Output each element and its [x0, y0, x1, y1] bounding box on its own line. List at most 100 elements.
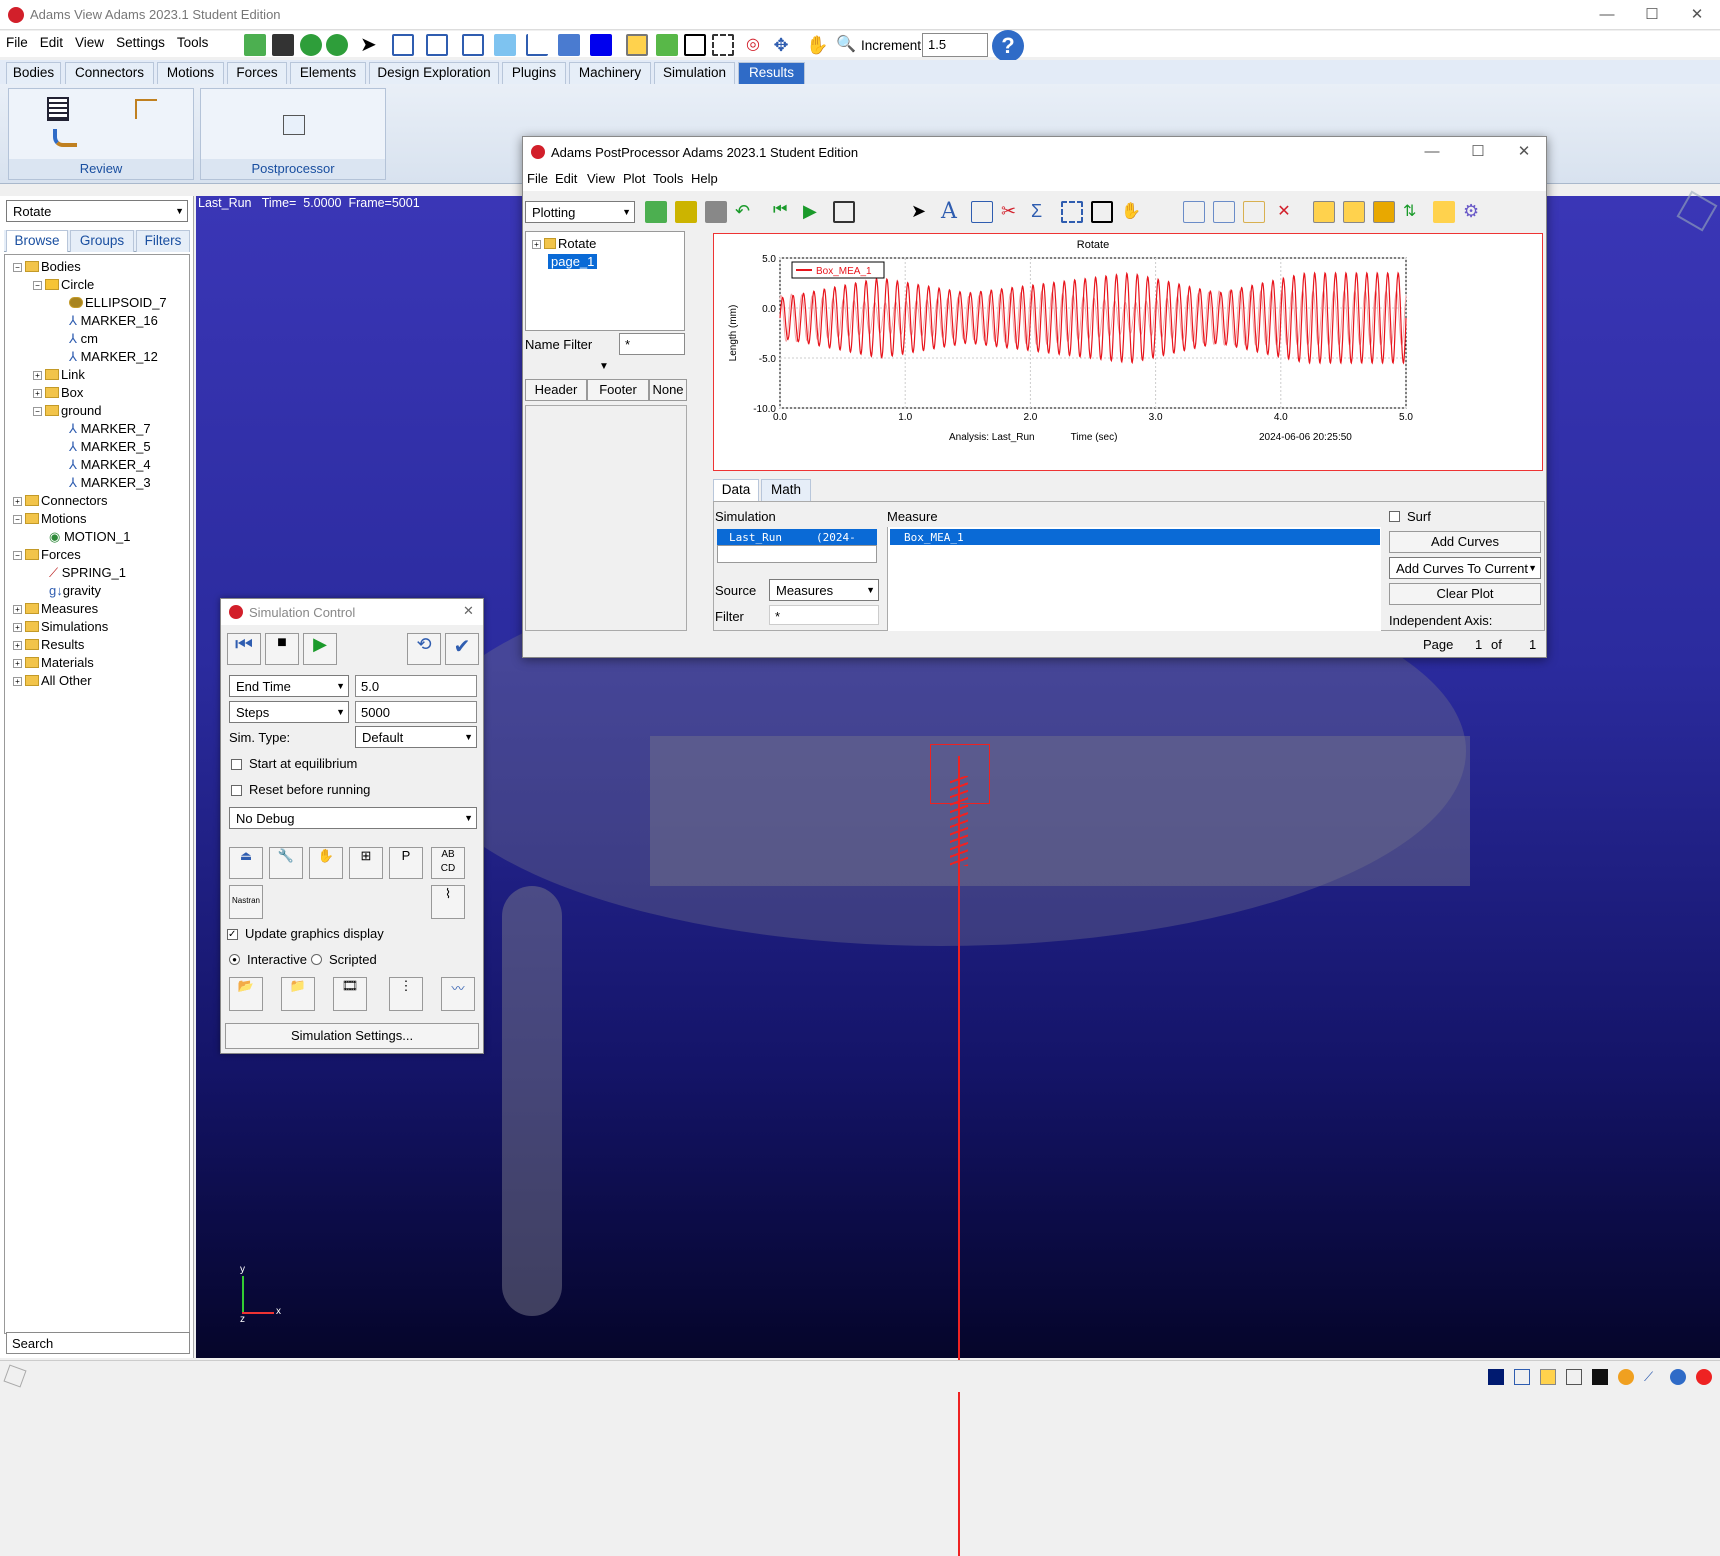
tree-node[interactable]: ◉ MOTION_1	[49, 529, 130, 545]
tab-machinery[interactable]: Machinery	[569, 62, 651, 84]
view-top-icon[interactable]	[462, 34, 484, 56]
add-curves-mode-select[interactable]: Add Curves To Current ▼	[1389, 557, 1541, 579]
pp-tree-page[interactable]: page_1	[548, 254, 598, 269]
view-iso-icon[interactable]	[392, 34, 414, 56]
save-icon[interactable]	[272, 34, 294, 56]
zoom-fit-icon[interactable]	[684, 34, 706, 56]
text-icon[interactable]: A	[941, 199, 963, 224]
tab-elements[interactable]: Elements	[290, 62, 366, 84]
graph-icon[interactable]: 〰	[441, 977, 475, 1011]
simulation-list-item[interactable]: Last_Run (2024-	[717, 529, 877, 545]
tree-node[interactable]: + Materials	[13, 655, 94, 670]
check-icon[interactable]: ✔	[445, 633, 479, 665]
minimize-button[interactable]: —	[1592, 4, 1622, 26]
view-cube-icon[interactable]	[494, 34, 516, 56]
save-sim-icon[interactable]: 📁	[281, 977, 315, 1011]
tree-node[interactable]: − Motions	[13, 511, 87, 526]
delete-page-icon[interactable]: ✕	[1273, 201, 1295, 223]
help-icon[interactable]: ?	[992, 30, 1024, 62]
menu-view[interactable]: View	[69, 31, 110, 54]
print-icon[interactable]	[705, 201, 727, 223]
table-icon[interactable]: ⊞	[349, 847, 383, 879]
first-frame-icon[interactable]: ⏮	[773, 201, 795, 223]
layout-full-icon[interactable]	[1373, 201, 1395, 223]
rotate-icon[interactable]: ✥	[770, 34, 792, 56]
film-icon[interactable]: 🎞	[333, 977, 367, 1011]
curve-edit-icon[interactable]: ✂	[1001, 201, 1023, 223]
end-time-input[interactable]: 5.0	[355, 675, 477, 697]
stop-button[interactable]: ■	[265, 633, 299, 665]
tree-node[interactable]: − ground	[33, 403, 101, 418]
tree-node[interactable]: ⅄ MARKER_7	[69, 421, 151, 437]
measure-table-icon[interactable]: ⋮	[389, 977, 423, 1011]
pp-tree-rotate[interactable]: + Rotate	[532, 236, 596, 251]
play-icon[interactable]: ▶	[803, 201, 825, 223]
tab-design-exploration[interactable]: Design Exploration	[369, 62, 499, 84]
reset-icon[interactable]: ⟲	[407, 633, 441, 665]
flag-icon[interactable]	[1592, 1369, 1608, 1385]
pp-close-button[interactable]: ✕	[1509, 141, 1539, 163]
load-sim-icon[interactable]: 📂	[229, 977, 263, 1011]
coord-icon[interactable]	[1514, 1369, 1530, 1385]
tree-node[interactable]: + Link	[33, 367, 85, 382]
tab-browse[interactable]: Browse	[6, 230, 68, 252]
pp-menu-plot[interactable]: Plot	[623, 171, 645, 186]
layout-icon[interactable]	[626, 34, 648, 56]
increment-input[interactable]: 1.5	[922, 33, 988, 57]
tab-forces[interactable]: Forces	[227, 62, 287, 84]
tree-node[interactable]: + Simulations	[13, 619, 108, 634]
stop-icon[interactable]	[1696, 1369, 1712, 1385]
tab-groups[interactable]: Groups	[70, 230, 134, 252]
tab-data[interactable]: Data	[713, 479, 759, 501]
add-curves-button[interactable]: Add Curves	[1389, 531, 1541, 553]
maximize-button[interactable]: ☐	[1637, 4, 1667, 26]
tab-plugins[interactable]: Plugins	[502, 62, 566, 84]
plot-icon[interactable]: ⌇	[431, 885, 465, 919]
end-time-select[interactable]: End Time ▼	[229, 675, 349, 697]
layer-icon[interactable]	[1540, 1369, 1556, 1385]
animation-icon[interactable]	[47, 97, 69, 121]
import-icon[interactable]	[1433, 201, 1455, 223]
hand-icon[interactable]: ✋	[309, 847, 343, 879]
layout-left-icon[interactable]	[1313, 201, 1335, 223]
pp-menu-help[interactable]: Help	[691, 171, 718, 186]
fit-icon[interactable]	[656, 34, 678, 56]
zoom-box-icon[interactable]	[712, 34, 734, 56]
view-front-icon[interactable]	[426, 34, 448, 56]
target-icon[interactable]: ◎	[742, 34, 764, 56]
undo-icon[interactable]	[300, 34, 322, 56]
color-icon[interactable]	[590, 34, 612, 56]
settings-gear-icon[interactable]: ⚙	[1463, 201, 1485, 223]
tab-results[interactable]: Results	[738, 62, 805, 84]
pp-menu-tools[interactable]: Tools	[653, 171, 683, 186]
tree-node[interactable]: − Circle	[33, 277, 94, 292]
select-icon[interactable]: ➤	[911, 201, 933, 223]
simulation-settings-button[interactable]: Simulation Settings...	[225, 1023, 479, 1049]
render-icon[interactable]	[558, 34, 580, 56]
abcd-icon[interactable]: AB CD	[431, 847, 465, 879]
plot-tracking-icon[interactable]	[135, 99, 157, 119]
pp-menu-edit[interactable]: Edit	[555, 171, 577, 186]
tree-node[interactable]: − Bodies	[13, 259, 81, 274]
menu-edit[interactable]: Edit	[34, 31, 69, 54]
layout-bottom-icon[interactable]	[1343, 201, 1365, 223]
wrench-icon[interactable]: 🔧	[269, 847, 303, 879]
interactive-radio[interactable]: ●	[229, 954, 240, 965]
simtype-select[interactable]: Default ▼	[355, 726, 477, 748]
steps-select[interactable]: Steps ▼	[229, 701, 349, 723]
color-icon[interactable]	[1488, 1369, 1504, 1385]
new-icon[interactable]	[244, 34, 266, 56]
ruler-icon[interactable]: ⟋	[1644, 1369, 1660, 1385]
select-icon[interactable]: ➤	[360, 34, 382, 56]
tree-node[interactable]: ⅄ MARKER_12	[69, 349, 158, 365]
new-page-icon[interactable]	[645, 201, 667, 223]
tree-node[interactable]: ⅄ MARKER_3	[69, 475, 151, 491]
grid-icon[interactable]	[971, 201, 993, 223]
rewind-button[interactable]: ⏮	[227, 633, 261, 665]
tree-node[interactable]: + Results	[13, 637, 84, 652]
close-button[interactable]: ✕	[1682, 4, 1712, 26]
menu-file[interactable]: File	[0, 31, 34, 54]
surf-checkbox[interactable]	[1389, 511, 1400, 522]
coord-icon[interactable]	[526, 34, 548, 56]
update-graphics-checkbox[interactable]: ✓	[227, 929, 238, 940]
